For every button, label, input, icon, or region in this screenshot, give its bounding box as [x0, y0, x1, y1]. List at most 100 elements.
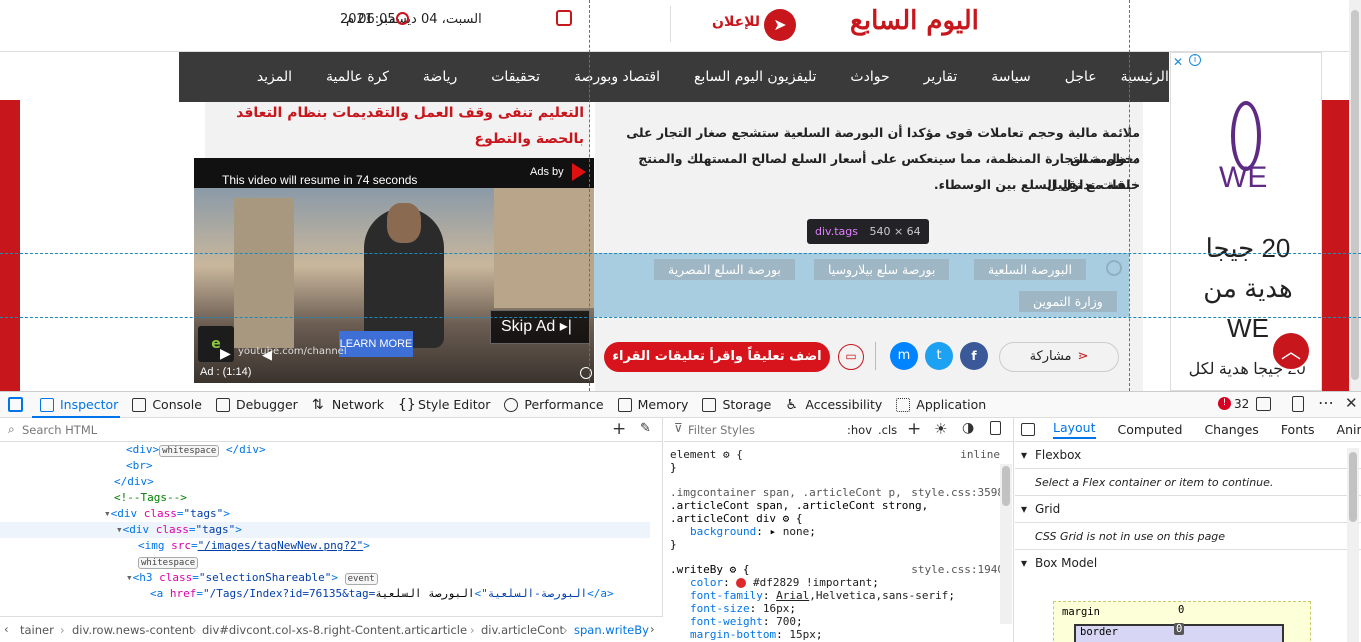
- info-icon[interactable]: [580, 367, 592, 379]
- play-icon[interactable]: ▶: [220, 346, 231, 362]
- breadcrumb-scroll-right-icon[interactable]: ›: [650, 622, 655, 636]
- tree-node[interactable]: <!--Tags-->: [0, 490, 650, 506]
- close-devtools-icon[interactable]: ✕: [1345, 394, 1358, 412]
- rule-selector[interactable]: .imgcontainer span, .articleCont p, style…: [670, 486, 1004, 499]
- tree-node[interactable]: <a href="/Tags/Index?id=76135&tag=البورص…: [0, 586, 650, 602]
- nav-item-economy[interactable]: اقتصاد وبورصة: [574, 69, 660, 85]
- boxmodel-section-header[interactable]: ▾ Box Model: [1015, 550, 1361, 577]
- tag-link[interactable]: بورصة سلع بيلاروسيا: [814, 259, 950, 280]
- rules-scrollbar[interactable]: [1000, 464, 1012, 624]
- hov-toggle[interactable]: :hov: [847, 423, 872, 437]
- tab-console[interactable]: Console: [132, 397, 202, 412]
- tab-accessibility[interactable]: ♿ Accessibility: [785, 397, 882, 412]
- nav-item-home[interactable]: الرئيسية: [1121, 69, 1169, 85]
- tag-link[interactable]: البورصة السلعية: [974, 259, 1086, 280]
- split-console-icon[interactable]: [1256, 397, 1271, 411]
- eyedropper-icon[interactable]: ✎: [640, 421, 651, 436]
- more-options-icon[interactable]: ⋯: [1318, 393, 1334, 412]
- mute-icon[interactable]: ◀: [262, 348, 272, 363]
- nav-item-accidents[interactable]: حوادث: [850, 69, 889, 85]
- breadcrumb-item[interactable]: div.row.news-content: [72, 623, 194, 637]
- tree-node[interactable]: ▾<div class="tags">: [0, 506, 650, 522]
- tab-performance[interactable]: Performance: [504, 397, 604, 412]
- box-model-border[interactable]: border 0: [1074, 623, 1284, 642]
- tree-node[interactable]: <br>: [0, 458, 650, 474]
- breadcrumb-item-current[interactable]: span.writeBy: [574, 623, 649, 637]
- nav-item-politics[interactable]: سياسة: [991, 69, 1030, 85]
- dark-mode-icon[interactable]: ◑: [962, 420, 974, 436]
- tree-node-selected[interactable]: ▾<div class="tags">: [0, 522, 650, 538]
- video-ad-player[interactable]: This video will resume in 74 seconds Ads…: [194, 158, 594, 383]
- grid-section-header[interactable]: ▾ Grid: [1015, 496, 1361, 523]
- tab-fonts[interactable]: Fonts: [1281, 422, 1315, 437]
- add-node-icon[interactable]: +: [612, 419, 626, 439]
- breadcrumb-scroll-left-icon[interactable]: ‹: [4, 622, 9, 636]
- breadcrumb-item[interactable]: tainer: [20, 623, 54, 637]
- scrollbar-thumb[interactable]: [1349, 452, 1357, 522]
- page-scrollbar[interactable]: [1349, 0, 1361, 391]
- tab-layout[interactable]: Layout: [1053, 420, 1096, 439]
- nav-item-urgent[interactable]: عاجل: [1065, 69, 1097, 85]
- rule-selector[interactable]: .writeBy ⚙ {style.css:1940: [670, 563, 1004, 576]
- share-button[interactable]: ⋖ مشاركة: [999, 342, 1119, 372]
- rule-declaration[interactable]: font-size: 16px;: [670, 602, 1000, 615]
- rule-declaration[interactable]: color: #df2829 !important;: [670, 576, 1000, 589]
- scrollbar-thumb[interactable]: [1351, 10, 1359, 380]
- flexbox-section-header[interactable]: ▾ Flexbox: [1015, 442, 1361, 469]
- nav-item-tv[interactable]: تليفزيون اليوم السابع: [694, 69, 816, 85]
- nav-item-reports[interactable]: تقارير: [924, 69, 958, 85]
- rule-declaration[interactable]: margin-bottom: 15px;: [670, 628, 1000, 641]
- tree-node[interactable]: ▾<h3 class="selectionShareable"> event: [0, 570, 650, 586]
- box-model-margin[interactable]: margin 0 border 0: [1053, 601, 1311, 642]
- cls-toggle[interactable]: .cls: [878, 423, 897, 437]
- tab-changes[interactable]: Changes: [1204, 422, 1258, 437]
- tag-link[interactable]: وزارة التموين: [1019, 291, 1117, 312]
- ads-by-icon[interactable]: [572, 163, 586, 181]
- advertise-link[interactable]: للإعلان: [712, 14, 760, 30]
- twitter-icon[interactable]: t: [925, 342, 953, 370]
- rule-declaration[interactable]: background: ▸ none;: [670, 525, 1000, 538]
- nav-item-sports[interactable]: رياضة: [423, 69, 457, 85]
- tab-computed[interactable]: Computed: [1118, 422, 1183, 437]
- sidebar-toggle-icon[interactable]: [1021, 423, 1035, 436]
- tab-memory[interactable]: Memory: [617, 397, 688, 412]
- skip-ad-button[interactable]: Skip Ad ▸|: [490, 310, 590, 344]
- ad-info-icon[interactable]: i: [1189, 54, 1201, 66]
- color-swatch[interactable]: [736, 578, 747, 588]
- nav-item-investigations[interactable]: تحقيقات: [491, 69, 540, 85]
- error-count[interactable]: 32: [1234, 397, 1249, 411]
- filter-styles-input[interactable]: Filter Styles: [688, 423, 755, 437]
- print-media-icon[interactable]: [990, 421, 1001, 435]
- dock-icon[interactable]: [1292, 396, 1304, 412]
- nav-item-world-football[interactable]: كرة عالمية: [326, 69, 389, 85]
- nav-item-more[interactable]: المزيد: [257, 69, 292, 85]
- sidebar-headline[interactable]: التعليم تنفى وقف العمل والتقديمات بنظام …: [210, 100, 584, 152]
- scrollbar-thumb[interactable]: [1002, 466, 1010, 506]
- rule-selector[interactable]: .articleCont div ⚙ {: [670, 512, 1000, 525]
- messenger-icon[interactable]: m: [890, 342, 918, 370]
- tab-debugger[interactable]: Debugger: [215, 397, 298, 412]
- rule-selector[interactable]: element ⚙ {inline: [670, 448, 1000, 461]
- site-logo[interactable]: اليوم السابع: [850, 6, 979, 36]
- tab-animations[interactable]: Animat: [1337, 422, 1361, 437]
- add-rule-icon[interactable]: +: [907, 419, 921, 439]
- tag-link[interactable]: بورصة السلع المصرية: [654, 259, 795, 280]
- learn-more-button[interactable]: LEARN MORE: [339, 331, 413, 357]
- tab-style-editor[interactable]: {} Style Editor: [398, 397, 490, 412]
- margin-value[interactable]: 0: [1178, 604, 1184, 616]
- breadcrumb-item[interactable]: article: [431, 623, 467, 637]
- rule-selector[interactable]: .articleCont span, .articleCont strong,: [670, 499, 1000, 512]
- tab-storage[interactable]: Storage: [702, 397, 771, 412]
- tab-application[interactable]: Application: [896, 397, 986, 412]
- rule-declaration[interactable]: font-family: Arial,Helvetica,sans-serif;: [670, 589, 1000, 602]
- tab-network[interactable]: ⇅ Network: [312, 397, 384, 412]
- element-picker-icon[interactable]: [8, 397, 23, 412]
- tree-node[interactable]: whitespace: [0, 554, 650, 570]
- breadcrumb-item[interactable]: div#divcont.col-xs-8.right-Content.artic…: [202, 623, 441, 637]
- border-value[interactable]: 0: [1174, 623, 1185, 635]
- scroll-top-button[interactable]: ︿: [1271, 331, 1311, 371]
- breadcrumb-item[interactable]: div.articleCont: [481, 623, 564, 637]
- rule-declaration[interactable]: font-weight: 700;: [670, 615, 1000, 628]
- tree-node[interactable]: <img src="/images/tagNewNew.png?2">: [0, 538, 650, 554]
- comment-button[interactable]: اضف تعليقاً واقرأ تعليقات القراء: [604, 342, 830, 372]
